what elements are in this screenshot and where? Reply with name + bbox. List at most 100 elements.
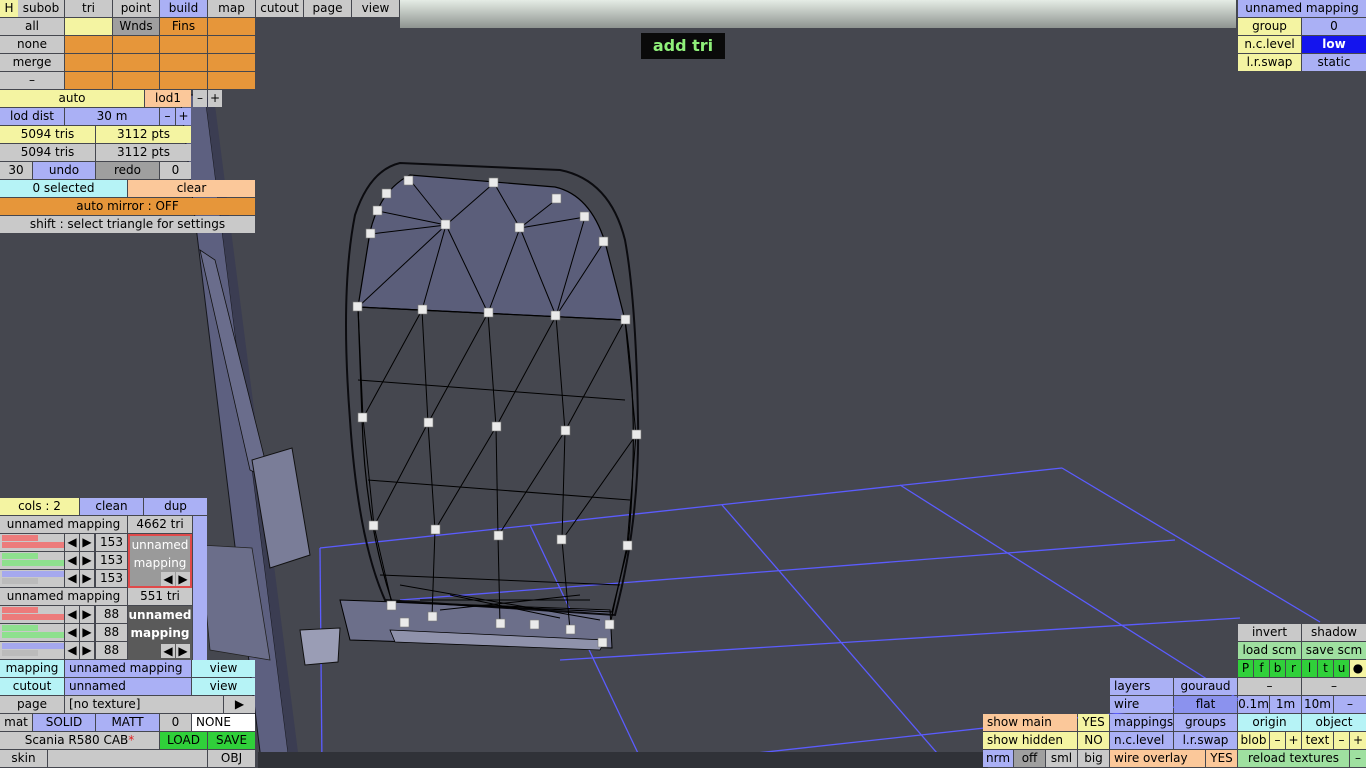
normals-big[interactable]: big — [1078, 750, 1109, 767]
blob-minus[interactable]: – — [1270, 732, 1285, 749]
page-next-button[interactable]: ▶ — [224, 696, 255, 713]
flag-p[interactable]: P — [1238, 660, 1253, 677]
auto-lod-button[interactable]: auto — [0, 90, 144, 107]
red-slider[interactable] — [0, 534, 64, 551]
filter-cell[interactable] — [208, 36, 255, 53]
show-main-toggle[interactable]: YES — [1078, 714, 1109, 731]
dash-button-1[interactable]: – — [1238, 678, 1301, 695]
mapping-select[interactable]: unnamed mapping — [65, 660, 191, 677]
merge-button[interactable]: merge — [0, 54, 64, 71]
mapping2-prev[interactable]: ◀ — [161, 644, 175, 658]
menu-build[interactable]: build — [160, 0, 207, 17]
nc-level-value[interactable]: low — [1302, 36, 1366, 53]
text-plus[interactable]: + — [1350, 732, 1366, 749]
text-minus[interactable]: – — [1334, 732, 1349, 749]
origin-button[interactable]: origin — [1238, 714, 1301, 731]
group-value[interactable]: 0 — [1302, 18, 1366, 35]
blue-decrease[interactable]: ◀ — [65, 642, 79, 659]
flag-l[interactable]: l — [1302, 660, 1317, 677]
blue-decrease[interactable]: ◀ — [65, 570, 79, 587]
cols-scrollbar[interactable] — [193, 516, 207, 660]
mat-number[interactable]: 0 — [160, 714, 191, 731]
filter-cell[interactable] — [160, 54, 207, 71]
wire-overlay-toggle[interactable]: YES — [1206, 750, 1237, 767]
mapping2-name[interactable]: unnamed mapping — [0, 588, 127, 605]
red-increase[interactable]: ▶ — [80, 534, 94, 551]
reload-minus[interactable]: – — [1350, 750, 1366, 767]
reload-textures-button[interactable]: reload textures — [1238, 750, 1349, 767]
nc-level-button[interactable]: n.c.level — [1110, 732, 1173, 749]
cutout-view-button[interactable]: view — [192, 678, 255, 695]
menu-subob[interactable]: subob — [18, 0, 64, 17]
skin-button[interactable]: skin — [0, 750, 47, 767]
filter-cell[interactable] — [65, 36, 112, 53]
clear-selection-button[interactable]: clear — [128, 180, 255, 197]
mappings-button[interactable]: mappings — [1110, 714, 1173, 731]
undo-button[interactable]: undo — [33, 162, 95, 179]
auto-mirror-toggle[interactable]: auto mirror : OFF — [0, 198, 255, 215]
lr-swap-value[interactable]: static — [1302, 54, 1366, 71]
show-hidden-toggle[interactable]: NO — [1078, 732, 1109, 749]
clean-button[interactable]: clean — [80, 498, 143, 515]
normals-off[interactable]: off — [1014, 750, 1045, 767]
wire-button[interactable]: wire — [1110, 696, 1173, 713]
filter-cell[interactable] — [65, 72, 112, 89]
lod-dist-plus[interactable]: + — [176, 108, 191, 125]
filter-cell[interactable] — [208, 72, 255, 89]
green-slider[interactable] — [0, 552, 64, 569]
normals-nrm[interactable]: nrm — [983, 750, 1013, 767]
shadow-button[interactable]: shadow — [1302, 624, 1366, 641]
groups-button[interactable]: groups — [1174, 714, 1237, 731]
object-button[interactable]: object — [1302, 714, 1366, 731]
filter-cell[interactable] — [65, 18, 112, 35]
blue-slider[interactable] — [0, 570, 64, 587]
blue-slider[interactable] — [0, 642, 64, 659]
skin-field[interactable] — [48, 750, 207, 767]
save-button[interactable]: SAVE — [208, 732, 255, 749]
mapping2-next[interactable]: ▶ — [176, 644, 190, 658]
flag-f[interactable]: f — [1254, 660, 1269, 677]
layers-button[interactable]: layers — [1110, 678, 1173, 695]
filter-cell[interactable] — [65, 54, 112, 71]
green-increase[interactable]: ▶ — [80, 552, 94, 569]
flag-r[interactable]: r — [1286, 660, 1301, 677]
filter-cell[interactable] — [208, 54, 255, 71]
menu-tri[interactable]: tri — [65, 0, 112, 17]
solid-button[interactable]: SOLID — [33, 714, 95, 731]
filter-cell[interactable] — [160, 36, 207, 53]
blue-increase[interactable]: ▶ — [80, 642, 94, 659]
green-slider[interactable] — [0, 624, 64, 641]
filter-cell[interactable] — [113, 54, 159, 71]
filter-cell[interactable] — [113, 36, 159, 53]
invert-button[interactable]: invert — [1238, 624, 1301, 641]
mapping-name[interactable]: unnamed mapping — [1238, 0, 1366, 17]
mapping1-name[interactable]: unnamed mapping — [0, 516, 127, 533]
flat-button[interactable]: flat — [1174, 696, 1237, 713]
green-increase[interactable]: ▶ — [80, 624, 94, 641]
save-scm-button[interactable]: save scm — [1302, 642, 1366, 659]
obj-button[interactable]: OBJ — [208, 750, 255, 767]
red-decrease[interactable]: ◀ — [65, 534, 79, 551]
gouraud-button[interactable]: gouraud — [1174, 678, 1237, 695]
filter-wnds[interactable]: Wnds — [113, 18, 159, 35]
green-decrease[interactable]: ◀ — [65, 552, 79, 569]
cols-count[interactable]: cols : 2 — [0, 498, 79, 515]
filter-cell[interactable] — [208, 18, 255, 35]
flag-dot[interactable]: ● — [1350, 660, 1366, 677]
menu-view[interactable]: view — [352, 0, 399, 17]
mat-none-field[interactable]: NONE — [192, 714, 255, 731]
dash-button[interactable]: – — [0, 72, 64, 89]
grid-10m[interactable]: 10m — [1302, 696, 1333, 713]
red-slider[interactable] — [0, 606, 64, 623]
dash-button-2[interactable]: – — [1302, 678, 1366, 695]
select-all-button[interactable]: all — [0, 18, 64, 35]
lod-minus-button[interactable]: – — [193, 90, 207, 107]
filter-cell[interactable] — [160, 72, 207, 89]
normals-small[interactable]: sml — [1046, 750, 1077, 767]
lod-plus-button[interactable]: + — [208, 90, 222, 107]
mapping1-prev[interactable]: ◀ — [161, 572, 175, 586]
flag-b[interactable]: b — [1270, 660, 1285, 677]
dup-button[interactable]: dup — [144, 498, 207, 515]
green-decrease[interactable]: ◀ — [65, 624, 79, 641]
lr-swap-button[interactable]: l.r.swap — [1174, 732, 1237, 749]
